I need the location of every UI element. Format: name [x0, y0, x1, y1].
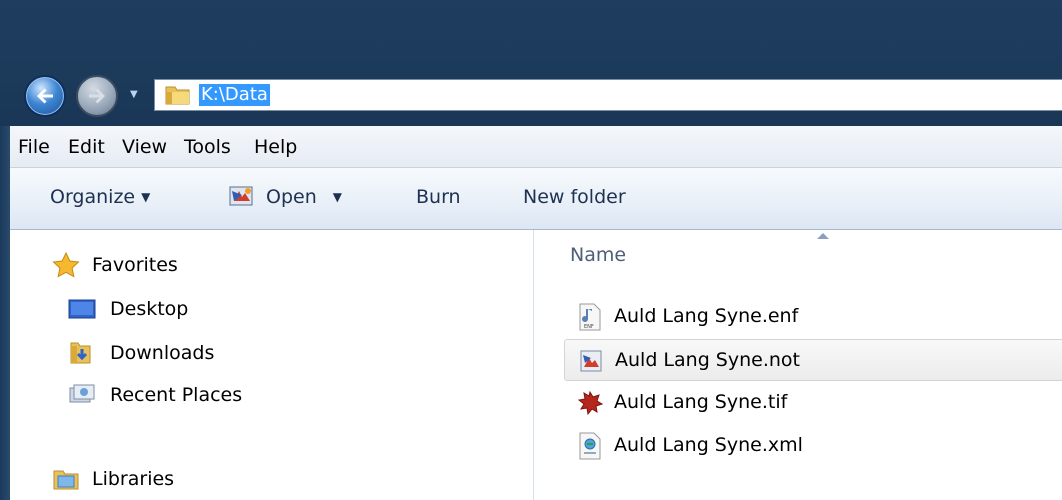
file-name: Auld Lang Syne.tif	[614, 391, 788, 413]
file-row[interactable]: Auld Lang Syne.not	[564, 339, 1062, 381]
window-frame-left	[0, 126, 10, 500]
burn-button[interactable]: Burn	[416, 186, 461, 208]
organize-label: Organize	[50, 186, 136, 208]
address-path[interactable]: K:\Data	[199, 84, 270, 106]
recent-places-icon	[69, 384, 95, 403]
nav-libraries-label: Libraries	[92, 468, 175, 490]
back-arrow-icon	[37, 88, 53, 104]
menu-edit[interactable]: Edit	[68, 136, 105, 158]
file-row[interactable]: Auld Lang Syne.xml	[564, 425, 1062, 467]
file-name: Auld Lang Syne.not	[615, 349, 800, 371]
downloads-folder-icon	[70, 342, 91, 364]
menu-tools[interactable]: Tools	[184, 136, 231, 158]
nav-downloads-label: Downloads	[110, 342, 215, 364]
back-button[interactable]	[24, 75, 66, 117]
address-bar[interactable]: K:\Data	[154, 79, 1062, 111]
file-row[interactable]: ENF Auld Lang Syne.enf	[564, 296, 1062, 338]
libraries-icon	[53, 470, 79, 490]
open-app-icon	[229, 186, 253, 206]
nav-favorites-label: Favorites	[92, 254, 178, 276]
nav-desktop[interactable]: Desktop	[68, 296, 368, 324]
menu-view[interactable]: View	[122, 136, 167, 158]
open-label: Open	[266, 186, 317, 208]
file-name: Auld Lang Syne.xml	[614, 434, 803, 456]
svg-text:ENF: ENF	[584, 324, 594, 330]
organize-dropdown-icon: ▼	[141, 190, 151, 204]
nav-downloads[interactable]: Downloads	[68, 340, 368, 368]
desktop-icon	[68, 299, 96, 319]
explorer-client-area: File Edit View Tools Help Organize ▼ Ope…	[10, 126, 1062, 500]
forward-button[interactable]	[76, 75, 118, 117]
menu-bar: File Edit View Tools Help	[10, 126, 1062, 168]
nav-desktop-label: Desktop	[110, 298, 189, 320]
new-folder-button[interactable]: New folder	[523, 186, 626, 208]
column-header-name[interactable]: Name	[570, 244, 626, 266]
folder-icon	[165, 86, 190, 105]
sort-ascending-icon	[817, 233, 829, 239]
command-bar: Organize ▼ Open ▼ Burn New folder	[10, 168, 1062, 230]
file-list: Name ENF Auld Lang Syne.enf Auld Lang Sy…	[534, 230, 1062, 500]
organize-button[interactable]: Organize ▼	[50, 186, 150, 208]
nav-libraries[interactable]: Libraries	[52, 466, 352, 494]
navigation-pane: Favorites Desktop Downloads Recent Place…	[10, 230, 534, 500]
xml-document-icon	[579, 432, 601, 460]
nav-recent-places-label: Recent Places	[110, 384, 243, 406]
image-splat-icon	[577, 390, 603, 416]
menu-help[interactable]: Help	[254, 136, 297, 158]
nav-recent-places[interactable]: Recent Places	[68, 382, 368, 410]
music-document-icon: ENF	[579, 303, 601, 331]
menu-file[interactable]: File	[18, 136, 50, 158]
notation-file-icon	[580, 350, 602, 372]
file-row[interactable]: Auld Lang Syne.tif	[564, 382, 1062, 424]
star-icon	[52, 252, 80, 278]
recent-pages-dropdown[interactable]: ▼	[130, 90, 142, 100]
forward-arrow-icon	[89, 88, 105, 104]
file-name: Auld Lang Syne.enf	[614, 305, 799, 327]
open-dropdown-icon: ▼	[332, 190, 343, 204]
nav-favorites[interactable]: Favorites	[52, 252, 352, 280]
open-button[interactable]: Open ▼	[266, 186, 342, 208]
